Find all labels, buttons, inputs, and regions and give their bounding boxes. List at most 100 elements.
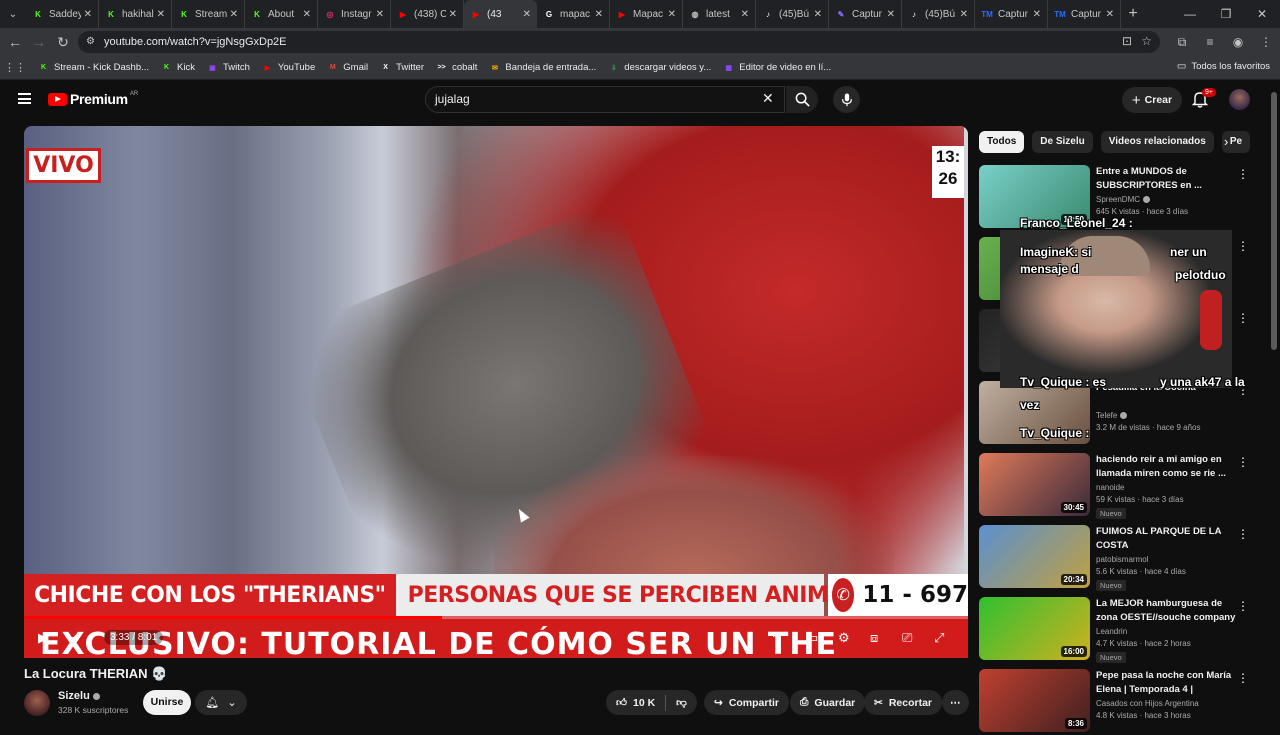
browser-menu-icon[interactable]: ⋮ [1252,35,1280,49]
more-options-icon[interactable]: ⋮ [1237,311,1249,325]
subscription-bell-button[interactable]: 🔔︎ ⌄ [195,690,247,715]
browser-tab[interactable]: ▶ (43 ✕ [464,0,537,28]
bookmark-item[interactable]: K Stream - Kick Dashb... [38,62,149,73]
chevron-right-icon[interactable]: › [1224,134,1228,149]
thumbs-down-icon[interactable]: 👎︎ [676,696,687,709]
bookmark-item[interactable]: >> cobalt [436,62,477,73]
tab-close-icon[interactable]: ✕ [376,9,384,20]
recommended-channel[interactable]: SpreenDMC [1096,195,1151,204]
tab-close-icon[interactable]: ✕ [814,9,822,20]
youtube-logo[interactable]: Premium AR [48,91,138,107]
more-options-icon[interactable]: ⋮ [1237,239,1249,253]
bookmark-item[interactable]: ▦ Editor de video en lí... [723,62,831,73]
more-options-icon[interactable]: ⋮ [1237,167,1249,181]
more-actions-button[interactable]: ⋯ [942,690,969,715]
share-button[interactable]: ↪ Compartir [704,690,789,715]
profile-avatar-icon[interactable]: ◉ [1224,35,1252,49]
cast-icon[interactable]: ⎚ [902,630,912,646]
tab-close-icon[interactable]: ✕ [1106,9,1114,20]
bookmark-item[interactable]: X Twitter [380,62,424,73]
volume-icon[interactable]: 🔈︎ [72,630,80,646]
more-options-icon[interactable]: ⋮ [1237,599,1249,613]
browser-tab[interactable]: Gmapac ✕ [537,0,610,28]
subtitles-icon[interactable]: ▭ [806,630,818,646]
all-bookmarks-folder[interactable]: ▭ Todos los favoritos [1177,61,1270,72]
browser-tab[interactable]: ▶ (438) C ✕ [391,0,464,28]
recommended-channel[interactable]: Leandrin [1096,627,1127,636]
browser-tab[interactable]: Khakihal ✕ [99,0,172,28]
bookmark-item[interactable]: ▣ Twitch [207,62,250,73]
search-input[interactable]: jujalag [425,86,785,113]
tab-close-icon[interactable]: ✕ [960,9,968,20]
like-button[interactable]: 👍︎ 10 K 👎︎ [606,690,697,715]
search-button[interactable] [786,86,818,113]
fullscreen-icon[interactable]: ⤢ [934,630,944,646]
filter-chip[interactable]: Videos relacionados [1100,131,1214,153]
page-scrollbar[interactable] [1271,92,1277,350]
install-app-icon[interactable]: ⊡ [1122,34,1132,48]
save-button[interactable]: ⎙ Guardar [790,690,866,715]
channel-name[interactable]: Sizelu [58,690,100,702]
account-avatar[interactable] [1229,89,1250,110]
clip-button[interactable]: ✂ Recortar [864,690,942,715]
join-button[interactable]: Unirse [143,690,191,715]
tab-close-icon[interactable]: ✕ [595,9,603,20]
recommended-title[interactable]: La MEJOR hamburguesa de zona OESTE//souc… [1096,597,1236,624]
browser-tab[interactable]: K About ✕ [245,0,318,28]
video-thumbnail[interactable]: 16:00 [979,597,1090,660]
autoplay-toggle-icon[interactable]: ⏸ [772,630,777,641]
video-thumbnail[interactable]: 30:45 [979,453,1090,516]
play-icon[interactable]: ▶ [38,630,48,646]
filter-chip[interactable]: Todos [979,131,1025,153]
tab-close-icon[interactable]: ✕ [1033,9,1041,20]
recommended-title[interactable]: haciendo reir a mi amigo en llamada mire… [1096,453,1236,480]
settings-gear-icon[interactable]: ⚙ [838,630,850,646]
more-options-icon[interactable]: ⋮ [1237,527,1249,541]
video-player[interactable]: VIVO 13: 26 CHICHE CON LOS "THERIANS" PE… [24,126,968,658]
clear-search-icon[interactable]: ✕ [762,90,774,107]
progress-bar[interactable] [24,616,968,619]
tab-close-icon[interactable]: ✕ [157,9,165,20]
recommended-video[interactable]: 20:34 FUIMOS AL PARQUE DE LA COSTA patobis… [979,525,1264,591]
miniplayer-icon[interactable]: ⧈ [870,630,878,646]
browser-tab[interactable]: ◍ latest ✕ [683,0,756,28]
recommended-title[interactable]: Entre a MUNDOS de SUBSCRIPTORES en ... [1096,165,1236,192]
recommended-video[interactable]: 16:00 La MEJOR hamburguesa de zona OESTE/… [979,597,1264,663]
recommended-video[interactable]: 30:45 haciendo reir a mi amigo en llamada… [979,453,1264,519]
browser-tab[interactable]: ♪ (45)Bú ✕ [756,0,829,28]
tab-close-icon[interactable]: ✕ [449,9,457,20]
channel-avatar[interactable] [24,690,50,716]
browser-tab[interactable]: ◎ Instagr ✕ [318,0,391,28]
recommended-title[interactable]: Pepe pasa la noche con María Elena | Tem… [1096,669,1236,696]
reload-icon[interactable]: ↻ [51,34,75,51]
browser-tab[interactable]: TM Captur ✕ [975,0,1048,28]
bookmark-item[interactable]: K Kick [161,62,195,73]
browser-tab[interactable]: K Stream ✕ [172,0,245,28]
video-thumbnail[interactable]: 20:34 [979,525,1090,588]
tab-close-icon[interactable]: ✕ [887,9,895,20]
recommended-title[interactable]: FUIMOS AL PARQUE DE LA COSTA [1096,525,1236,552]
address-bar[interactable]: ⚙ youtube.com/watch?v=jgNsgGxDp2E ⊡ ☆ [78,31,1160,53]
apps-grid-icon[interactable]: ⋮⋮ [0,61,30,74]
more-options-icon[interactable]: ⋮ [1237,455,1249,469]
menu-icon[interactable] [18,93,31,104]
new-tab-button[interactable]: + [1121,5,1145,23]
tab-close-icon[interactable]: ✕ [523,9,531,20]
browser-tab[interactable]: K Saddey ✕ [26,0,99,28]
forward-icon[interactable]: → [27,34,51,50]
voice-search-button[interactable] [833,86,860,113]
tab-search-icon[interactable]: ⌄ [0,0,26,28]
tab-close-icon[interactable]: ✕ [741,9,749,20]
bookmark-item[interactable]: ⇩ descargar videos y... [608,62,711,73]
bookmark-item[interactable]: ▶ YouTube [262,62,316,73]
browser-tab[interactable]: ♪ (45)Bú ✕ [902,0,975,28]
recommended-channel[interactable]: Telefe [1096,411,1128,420]
maximize-icon[interactable]: ❐ [1208,0,1244,28]
filter-chip[interactable]: De Sizelu [1032,131,1093,153]
tab-close-icon[interactable]: ✕ [84,9,92,20]
more-options-icon[interactable]: ⋮ [1237,671,1249,685]
browser-tab[interactable]: ✎ Captur ✕ [829,0,902,28]
extensions-icon[interactable]: ⧉ [1168,35,1196,50]
browser-tab[interactable]: TM Captur ✕ [1048,0,1121,28]
close-window-icon[interactable]: ✕ [1244,0,1280,28]
